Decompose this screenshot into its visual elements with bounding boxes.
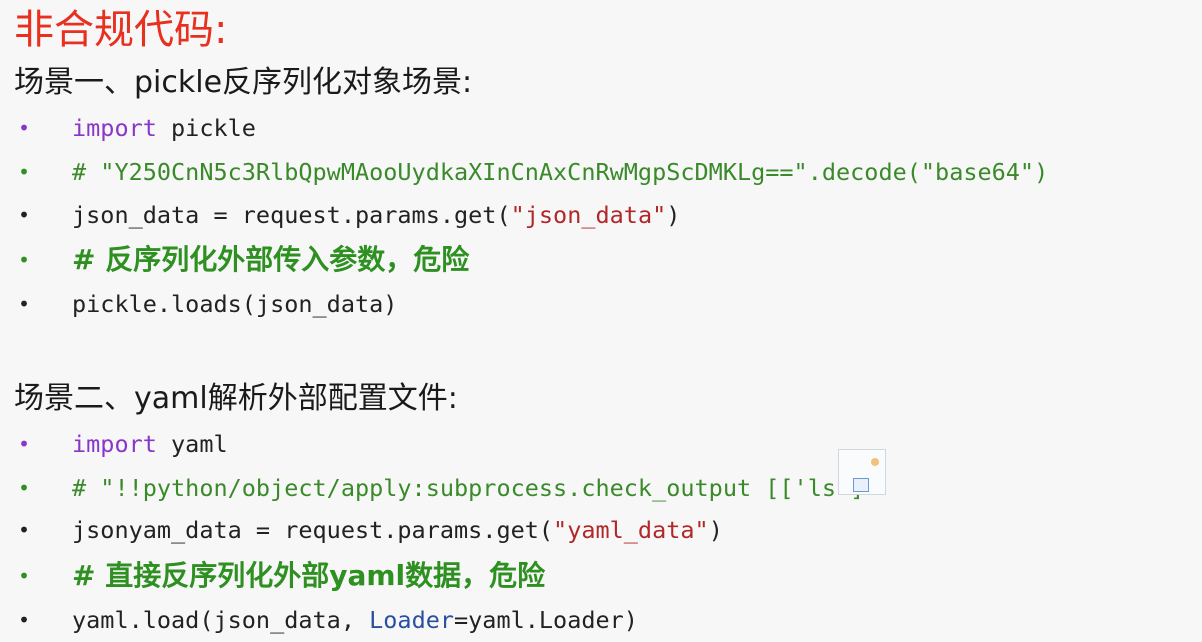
code-pre: jsonyam_data = request.params.get( — [72, 516, 554, 544]
code-pre: yaml.load(json_data, — [72, 606, 370, 634]
code-text: import pickle — [72, 108, 256, 148]
code-text: yaml.load(json_data, Loader=yaml.Loader) — [72, 600, 638, 640]
code-string: "json_data" — [510, 201, 667, 229]
code-string: "yaml_data" — [553, 516, 709, 544]
slide: 非合规代码: 场景一、pickle反序列化对象场景: • import pick… — [0, 0, 1202, 642]
bullet: • — [18, 518, 30, 542]
bullet: • — [18, 432, 30, 456]
bullet: • — [18, 248, 30, 272]
code-param: Loader — [369, 606, 455, 634]
code-line: • pickle.loads(json_data) — [0, 284, 1202, 324]
code-rest: yaml — [156, 430, 228, 458]
image-insert-icon[interactable] — [838, 449, 886, 495]
code-line: • jsonyam_data = request.params.get("yam… — [0, 510, 1202, 550]
scenario-2-heading: 场景二、yaml解析外部配置文件: — [14, 381, 458, 416]
image-insert-dot — [871, 458, 879, 466]
code-comment-cn: # 直接反序列化外部yaml数据，危险 — [72, 559, 546, 592]
bullet: • — [18, 476, 30, 500]
code-line: • # "Y250CnN5c3RlbQpwMAooUydkaXInCnAxCnR… — [0, 152, 1202, 192]
code-pre: json_data = request.params.get( — [72, 201, 511, 229]
code-comment: # "Y250CnN5c3RlbQpwMAooUydkaXInCnAxCnRwM… — [72, 158, 1049, 186]
code-rest: pickle — [156, 114, 256, 142]
code-line: • json_data = request.params.get("json_d… — [0, 195, 1202, 235]
bullet: • — [18, 564, 30, 588]
bullet: • — [18, 160, 30, 184]
bullet: • — [18, 608, 30, 632]
code-text: import yaml — [72, 424, 228, 464]
code-text: jsonyam_data = request.params.get("yaml_… — [72, 510, 723, 550]
keyword: import — [72, 114, 157, 142]
code-line: • # 直接反序列化外部yaml数据，危险 — [0, 556, 1202, 596]
code-post: ) — [708, 516, 723, 544]
code-comment-cn: # 反序列化外部传入参数，危险 — [72, 243, 470, 276]
bullet: • — [18, 292, 30, 316]
code-text: json_data = request.params.get("json_dat… — [72, 195, 680, 235]
code-line: • import pickle — [0, 108, 1202, 148]
scenario-1-heading: 场景一、pickle反序列化对象场景: — [14, 65, 473, 100]
keyword: import — [72, 430, 157, 458]
code-post: ) — [666, 201, 681, 229]
bullet: • — [18, 203, 30, 227]
page-title: 非合规代码: — [14, 7, 228, 53]
code-line: • import yaml — [0, 424, 1202, 464]
code-comment: # "!!python/object/apply:subprocess.chec… — [72, 474, 879, 502]
code-text: pickle.loads(json_data) — [72, 290, 398, 318]
code-post: =yaml.Loader) — [454, 606, 638, 634]
code-line: • # 反序列化外部传入参数，危险 — [0, 240, 1202, 280]
image-insert-square — [853, 478, 869, 492]
code-line: • # "!!python/object/apply:subprocess.ch… — [0, 468, 1202, 508]
code-line: • yaml.load(json_data, Loader=yaml.Loade… — [0, 600, 1202, 640]
bullet: • — [18, 116, 30, 140]
